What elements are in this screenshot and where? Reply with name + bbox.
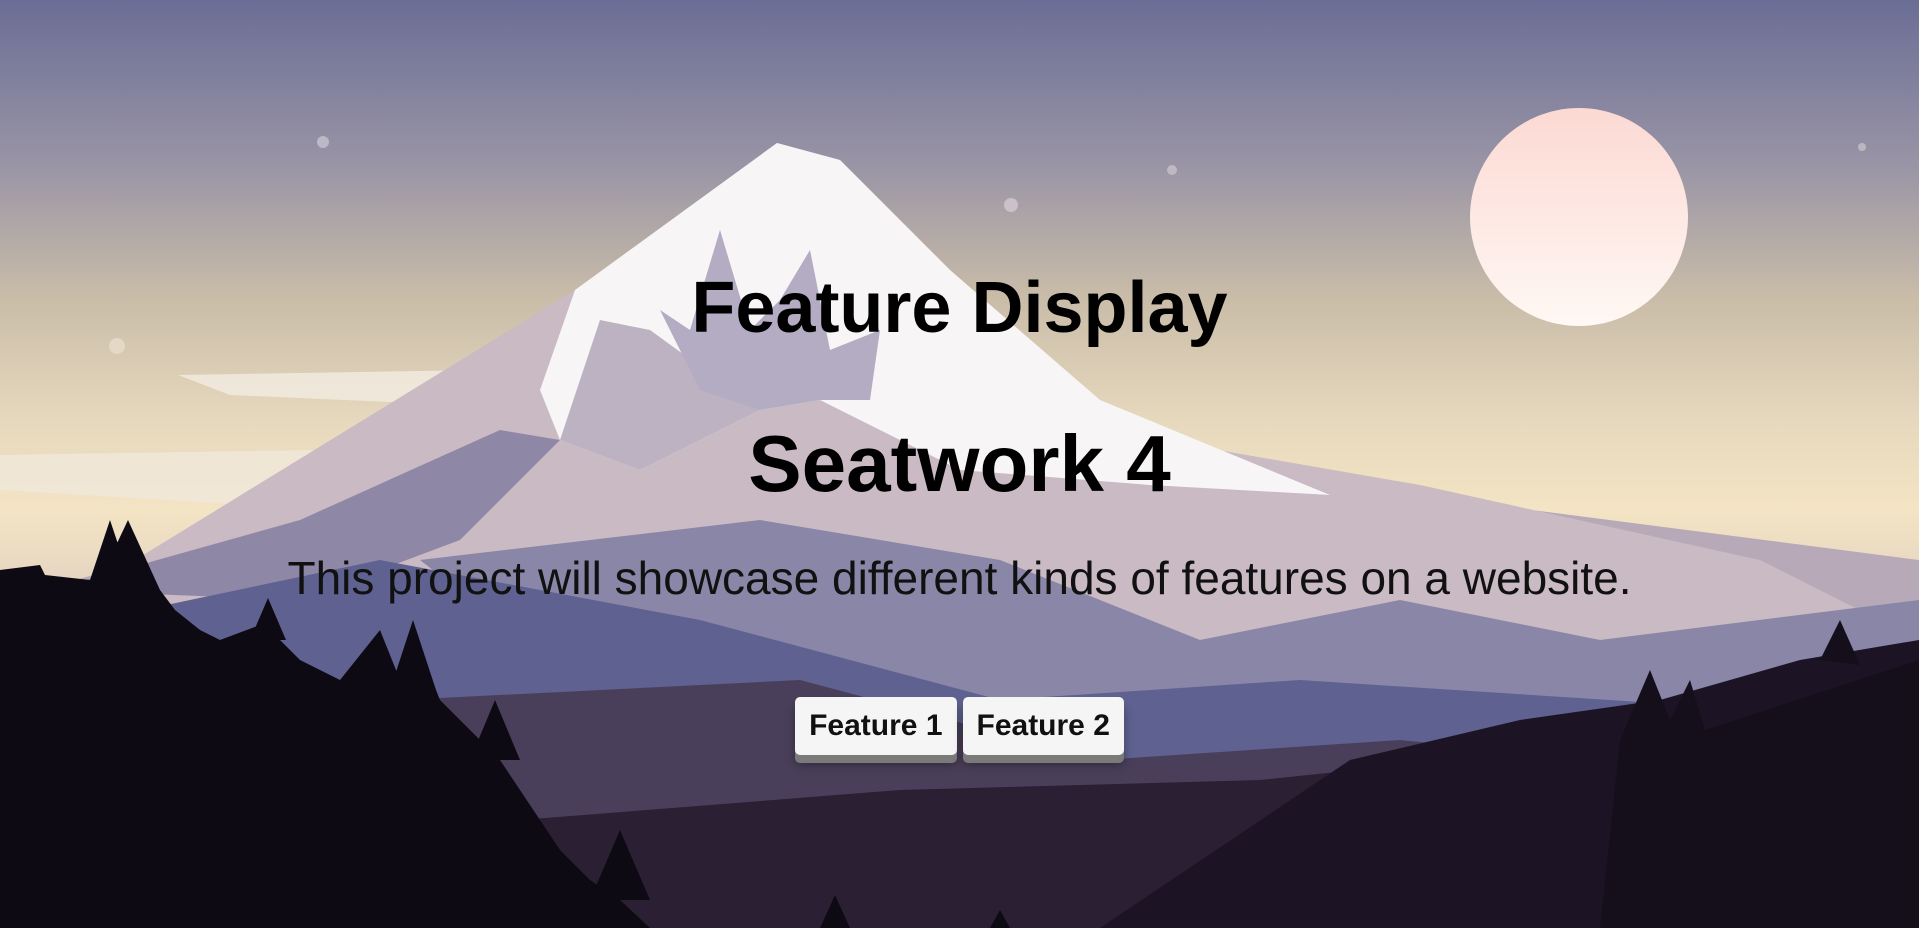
hero-content: Feature Display Seatwork 4 This project … (0, 0, 1919, 928)
page-subtitle: Seatwork 4 (748, 419, 1171, 508)
feature-1-button[interactable]: Feature 1 (795, 697, 957, 755)
page-description: This project will showcase different kin… (287, 552, 1632, 604)
page-title: Feature Display (691, 268, 1228, 348)
hero-section: Feature Display Seatwork 4 This project … (0, 0, 1919, 928)
feature-button-group: Feature 1 Feature 2 (0, 697, 1919, 755)
feature-2-button[interactable]: Feature 2 (962, 697, 1124, 755)
